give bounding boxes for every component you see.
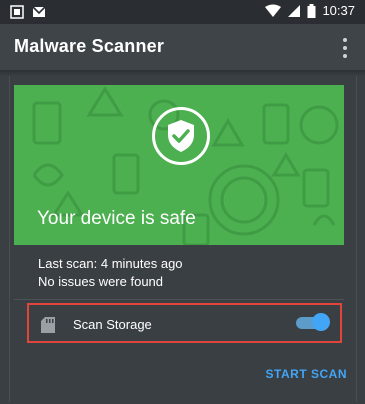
gmail-icon (32, 6, 46, 17)
overflow-menu-icon[interactable] (337, 38, 353, 58)
scan-storage-row[interactable]: Scan Storage (27, 303, 342, 343)
scan-info: Last scan: 4 minutes ago No issues were … (38, 255, 183, 291)
issues-text: No issues were found (38, 274, 164, 289)
divider (14, 299, 344, 300)
scan-storage-label: Scan Storage (73, 317, 152, 332)
last-scan-text: Last scan: 4 minutes ago (38, 256, 183, 271)
battery-icon (307, 3, 316, 18)
signal-icon (288, 4, 301, 17)
device-status-text: Your device is safe (37, 208, 196, 229)
app-title: Malware Scanner (14, 36, 165, 56)
status-bar: 10:37 (0, 0, 365, 24)
start-scan-button[interactable]: START SCAN (266, 367, 347, 381)
app-bar: Malware Scanner (0, 24, 365, 70)
toggle-knob (312, 313, 330, 331)
clock: 10:37 (322, 3, 355, 18)
wifi-icon (265, 4, 282, 17)
scan-storage-toggle[interactable] (294, 313, 330, 331)
android-icon (10, 5, 24, 19)
shield-check-icon (152, 107, 210, 165)
sd-card-icon (41, 317, 55, 333)
